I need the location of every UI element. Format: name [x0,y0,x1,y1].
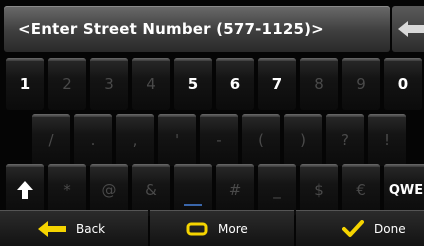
more-icon [186,222,208,236]
key-digit-5[interactable]: 6 [216,58,254,110]
key-symbol-1: @ [90,164,128,216]
key-label: 1 [19,75,31,93]
keyboard-screen: <Enter Street Number (577-1125)> 1 2 3 4 5 6 7… [0,0,424,246]
key-label: ? [341,131,349,149]
key-label: # [228,181,242,199]
key-label: @ [101,181,117,199]
backspace-button[interactable] [392,6,424,52]
street-number-input[interactable]: <Enter Street Number (577-1125)> [4,6,390,52]
key-digit-9[interactable]: 0 [384,58,422,110]
key-punct-2: , [116,114,154,166]
key-label: / [48,131,54,149]
bottom-bar: Back More Done [0,210,424,246]
key-label: 4 [146,75,156,93]
key-label: 6 [229,75,241,93]
key-symbol-4: # [216,164,254,216]
key-label: . [90,131,96,149]
keyboard-row-digits: 1 2 3 4 5 6 7 8 9 0 [0,56,424,112]
more-button[interactable]: More [150,210,294,246]
key-digit-7: 8 [300,58,338,110]
key-label: - [216,131,222,149]
key-symbol-7: € [342,164,380,216]
key-label: 8 [314,75,324,93]
key-label: 3 [104,75,114,93]
space-key [174,164,212,216]
back-label: Back [76,222,106,236]
key-symbol-6: $ [300,164,338,216]
key-label: 0 [397,75,409,93]
key-label: 9 [356,75,366,93]
key-label: $ [314,181,324,199]
shift-key[interactable] [6,164,44,216]
key-punct-5: ( [242,114,280,166]
key-label: _ [273,181,281,199]
key-punct-0: / [32,114,70,166]
done-label: Done [374,222,406,236]
key-punct-7: ? [326,114,364,166]
key-label: ! [383,131,390,149]
key-label: € [356,181,366,199]
key-punct-3: ' [158,114,196,166]
layout-switch-key[interactable]: QWE [384,164,424,216]
checkmark-icon [342,220,364,237]
key-label: ( [258,131,264,149]
key-label: , [132,131,138,149]
back-button[interactable]: Back [0,210,148,246]
layout-switch-label: QWE [388,182,424,198]
key-digit-4[interactable]: 5 [174,58,212,110]
key-label: * [63,181,71,199]
backspace-arrow-icon [398,21,424,37]
key-symbol-5: _ [258,164,296,216]
key-label: ' [174,131,180,149]
key-label: 2 [62,75,72,93]
key-digit-6[interactable]: 7 [258,58,296,110]
key-punct-1: . [74,114,112,166]
arrow-left-icon [38,221,66,237]
key-digit-1: 2 [48,58,86,110]
space-underline-icon [184,204,202,206]
key-punct-4: - [200,114,238,166]
key-digit-2: 3 [90,58,128,110]
street-number-placeholder: <Enter Street Number (577-1125)> [18,20,324,38]
key-punct-8: ! [368,114,406,166]
key-digit-8: 9 [342,58,380,110]
key-digit-3: 4 [132,58,170,110]
key-symbol-2: & [132,164,170,216]
key-label: ) [300,131,306,149]
key-label: 5 [187,75,199,93]
key-digit-0[interactable]: 1 [6,58,44,110]
key-label: 7 [271,75,283,93]
key-symbol-0: * [48,164,86,216]
shift-arrow-up-icon [17,181,33,199]
key-punct-6: ) [284,114,322,166]
key-label: & [145,181,157,199]
more-label: More [218,222,248,236]
keyboard-row-punctuation: /., ' - ()?! [0,112,424,168]
done-button[interactable]: Done [296,210,424,246]
